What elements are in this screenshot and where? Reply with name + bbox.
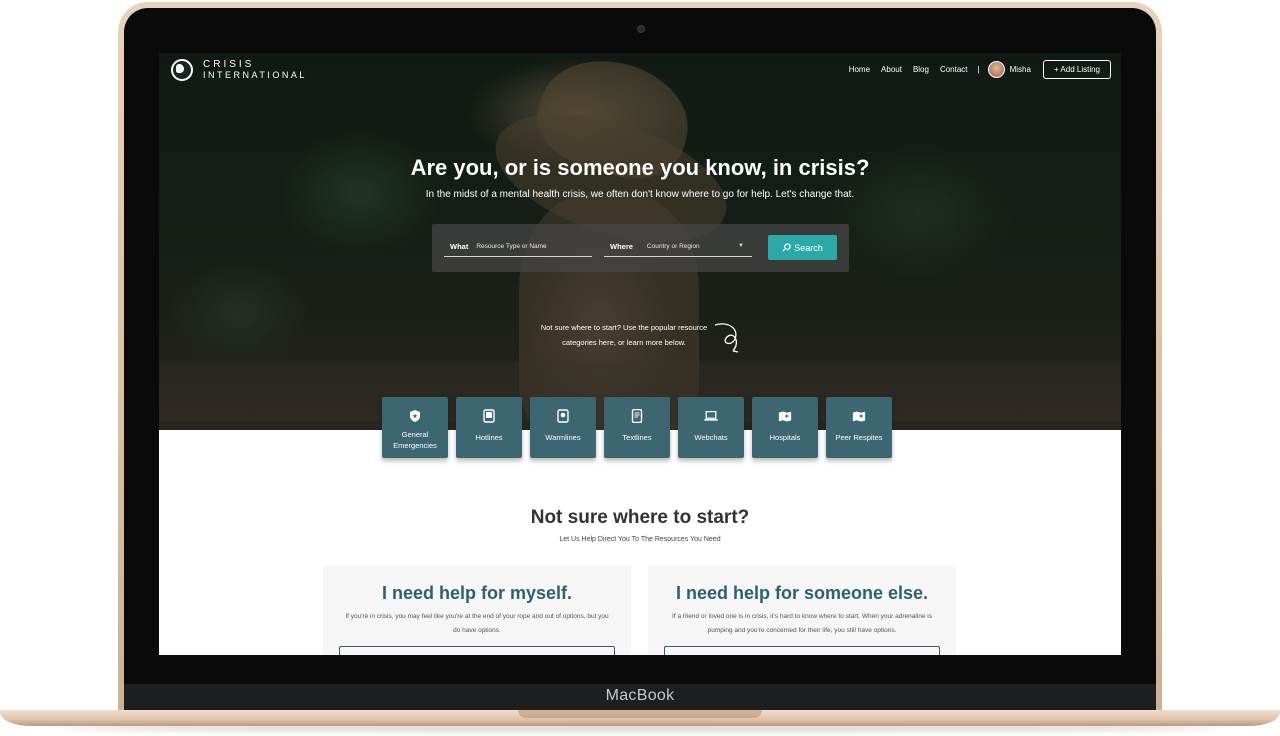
nav-separator: | [977, 65, 980, 74]
globe-icon [171, 59, 193, 81]
category-hotlines[interactable]: Hotlines [456, 397, 522, 458]
search-icon [782, 243, 791, 252]
card-title: I need help for myself. [381, 583, 573, 603]
hero-title: Are you, or is someone you know, in cris… [410, 155, 870, 180]
hero-subtitle: In the midst of a mental health crisis, … [425, 189, 855, 200]
nav-link-home[interactable]: Home [849, 65, 870, 74]
browser-screen: CRISIS INTERNATIONAL Home About Blog Con… [159, 53, 1121, 655]
map-icon [852, 409, 866, 423]
card-body: If you're in crisis, you may feel like y… [345, 613, 609, 634]
hero-hint: Not sure where to start? Use the popular… [540, 323, 708, 347]
category-label: General Emergencies [393, 430, 437, 450]
logo-line1: CRISIS [203, 59, 255, 70]
category-label: Warmlines [545, 433, 581, 442]
device-brand-label: MacBook [605, 687, 675, 704]
category-label: Webchats [694, 433, 728, 442]
category-webchats[interactable]: Webchats [678, 397, 744, 458]
nav-link-blog[interactable]: Blog [913, 65, 929, 74]
category-hospitals[interactable]: Hospitals [752, 397, 818, 458]
category-label: Hotlines [475, 433, 503, 442]
help-myself-card: I need help for myself. If you're in cri… [323, 566, 631, 655]
nav-link-contact[interactable]: Contact [940, 65, 968, 74]
category-tiles: General Emergencies Hotlines Warmlines T… [382, 397, 902, 459]
where-label: Where [610, 241, 633, 251]
search-button-label: Search [794, 242, 823, 253]
curly-arrow-icon [709, 319, 749, 364]
search-button[interactable]: Search [768, 235, 837, 260]
top-nav: Home About Blog Contact | Misha + Add Li… [838, 60, 1111, 79]
what-input[interactable] [476, 242, 577, 250]
phone-icon [482, 409, 496, 423]
logo-wordmark: CRISIS INTERNATIONAL [203, 59, 307, 81]
category-label: Textlines [622, 433, 652, 442]
what-label: What [450, 241, 469, 251]
category-warmlines[interactable]: Warmlines [530, 397, 596, 458]
map-icon [778, 409, 792, 423]
logo-line2: INTERNATIONAL [203, 70, 307, 80]
laptop-icon [704, 409, 718, 423]
category-label: Hospitals [769, 433, 801, 442]
section-title: Not sure where to start? [530, 507, 750, 528]
avatar[interactable] [987, 61, 1005, 78]
site-logo[interactable]: CRISIS INTERNATIONAL [171, 59, 307, 81]
help-myself-button[interactable] [339, 646, 615, 655]
chevron-down-icon[interactable]: ▼ [738, 243, 744, 249]
phone-icon [556, 409, 570, 423]
card-title: I need help for someone else. [675, 583, 929, 603]
card-body: If a friend or loved one is in crisis, i… [672, 613, 932, 634]
what-field: What [444, 236, 592, 257]
mobile-icon [630, 409, 644, 423]
search-bar: What Where Country or Region ▼ Search [432, 224, 849, 272]
where-select[interactable]: Country or Region [647, 243, 700, 250]
category-peer-respites[interactable]: Peer Respites [826, 397, 892, 458]
user-name[interactable]: Misha [1010, 65, 1031, 74]
nav-link-about[interactable]: About [881, 65, 902, 74]
help-someone-else-button[interactable] [664, 646, 940, 655]
category-label: Peer Respites [835, 433, 883, 442]
category-general-emergencies[interactable]: General Emergencies [382, 397, 448, 458]
section-subtitle: Let Us Help Direct You To The Resources … [559, 536, 721, 543]
shield-star-icon [408, 409, 422, 423]
webcam-icon [637, 25, 645, 33]
help-someone-else-card: I need help for someone else. If a frien… [648, 566, 956, 655]
laptop-notch [518, 710, 762, 718]
category-textlines[interactable]: Textlines [604, 397, 670, 458]
where-field[interactable]: Where Country or Region ▼ [604, 236, 752, 257]
add-listing-button[interactable]: + Add Listing [1042, 60, 1111, 79]
